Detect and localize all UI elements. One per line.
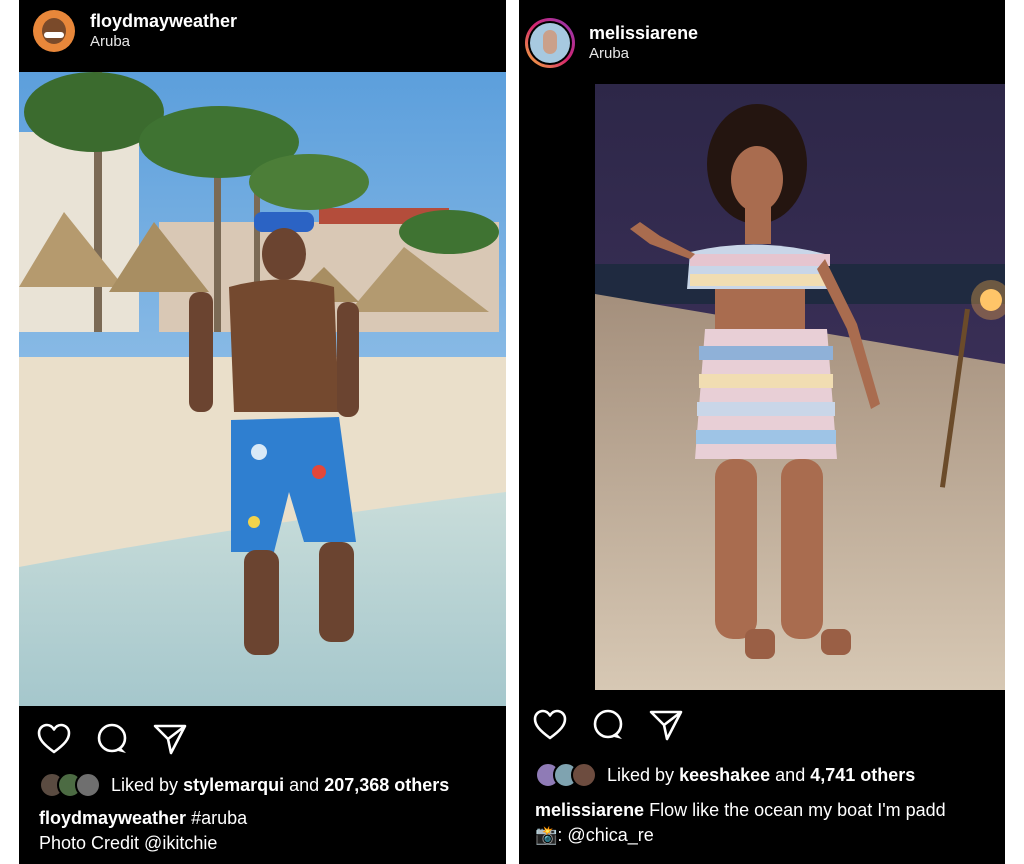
likes-summary[interactable]: Liked by keeshakee and 4,741 others xyxy=(535,762,915,788)
share-icon[interactable] xyxy=(153,723,187,755)
camera-emoji: 📸 xyxy=(535,825,558,845)
likes-and: and xyxy=(775,764,806,785)
share-icon[interactable] xyxy=(649,709,683,741)
likes-count[interactable]: 4,741 others xyxy=(810,765,915,786)
post-photo[interactable] xyxy=(19,72,506,706)
username[interactable]: melissiarene xyxy=(589,22,698,44)
post-floydmayweather: floydmayweather Aruba Liked by stylemarq… xyxy=(19,0,506,864)
caption: melissiarene Flow like the ocean my boat… xyxy=(535,798,946,848)
post-melissiarene: melissiarene Aruba Liked by keeshakee an… xyxy=(519,0,1005,864)
likes-summary[interactable]: Liked by stylemarqui and 207,368 others xyxy=(39,772,449,798)
heart-icon[interactable] xyxy=(533,709,567,741)
caption: floydmayweather #aruba Photo Credit @iki… xyxy=(39,806,247,856)
caption-credit[interactable]: : @chica_re xyxy=(557,825,653,845)
heart-icon[interactable] xyxy=(37,723,71,755)
liker-username[interactable]: keeshakee xyxy=(679,765,770,786)
liker-username[interactable]: stylemarqui xyxy=(183,775,284,796)
liked-by-label: Liked by xyxy=(111,774,179,795)
avatar xyxy=(75,772,101,798)
comment-icon[interactable] xyxy=(95,722,129,756)
post-header: floydmayweather Aruba xyxy=(33,10,506,52)
avatar xyxy=(571,762,597,788)
username[interactable]: floydmayweather xyxy=(90,10,237,32)
action-bar xyxy=(533,708,683,742)
caption-username[interactable]: melissiarene xyxy=(535,800,644,820)
liker-avatars xyxy=(39,772,101,798)
caption-text[interactable]: #aruba xyxy=(191,808,247,828)
caption-credit: Photo Credit @ikitchie xyxy=(39,833,218,853)
comment-icon[interactable] xyxy=(591,708,625,742)
avatar[interactable] xyxy=(525,18,575,68)
liker-avatars xyxy=(535,762,597,788)
likes-and: and xyxy=(289,774,320,795)
location[interactable]: Aruba xyxy=(90,32,237,52)
caption-username[interactable]: floydmayweather xyxy=(39,808,186,828)
avatar[interactable] xyxy=(33,10,75,52)
likes-count[interactable]: 207,368 others xyxy=(324,775,449,796)
post-photo[interactable] xyxy=(595,84,1005,690)
liked-by-label: Liked by xyxy=(607,764,675,785)
location[interactable]: Aruba xyxy=(589,44,698,64)
caption-text[interactable]: Flow like the ocean my boat I'm padd xyxy=(649,800,946,820)
action-bar xyxy=(37,722,187,756)
post-header: melissiarene Aruba xyxy=(525,18,1005,68)
